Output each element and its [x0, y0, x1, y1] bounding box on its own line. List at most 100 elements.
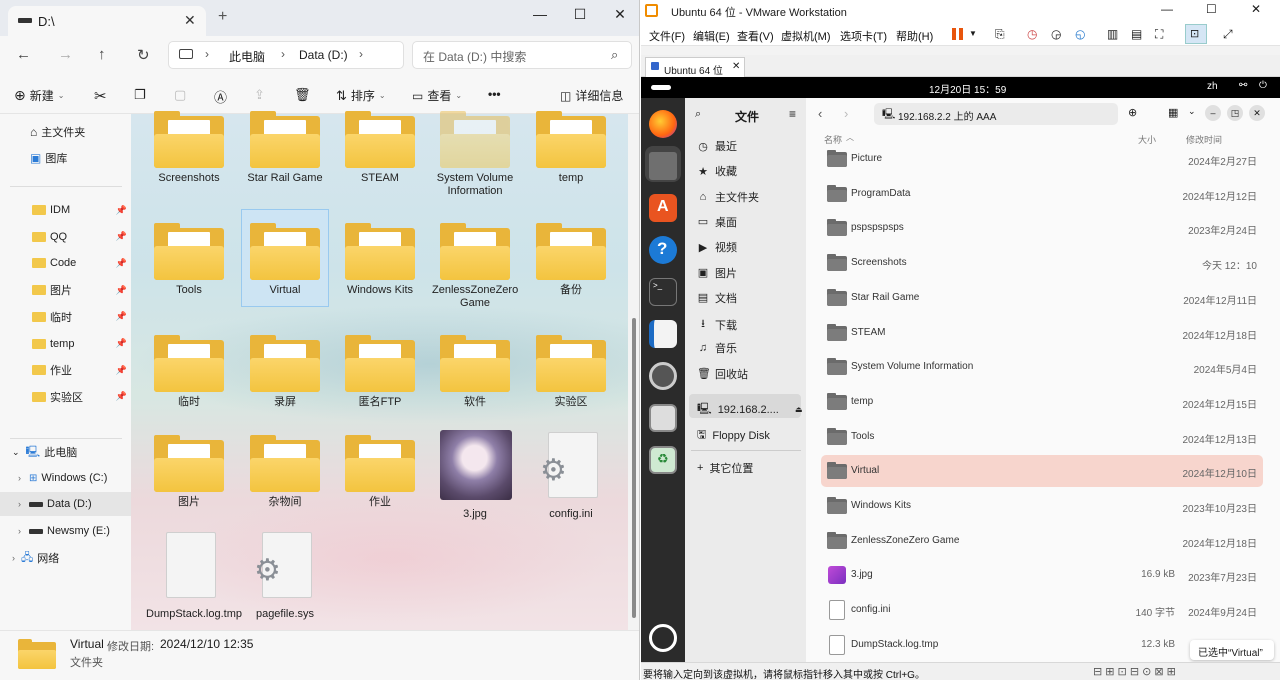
sidebar-place[interactable]: ★ 收藏 [697, 163, 737, 179]
menu-item[interactable]: 查看(V) [737, 28, 774, 44]
view-button[interactable]: ▭ 查看 ⌄ [412, 87, 462, 104]
file-item[interactable]: ⚙ config.ini [528, 430, 614, 526]
file-item[interactable]: 杂物间 [242, 430, 328, 526]
file-row[interactable]: Virtual 2024年12月10日 [821, 455, 1263, 488]
location-bar[interactable]: 🖳 192.168.2.2 上的 AAA [874, 103, 1118, 125]
file-row[interactable]: Screenshots 今天 12：10 [821, 247, 1263, 279]
files-icon[interactable] [649, 152, 677, 180]
file-row[interactable]: 3.jpg 16.9 kB 2023年7月23日 [821, 559, 1263, 591]
file-row[interactable]: pspspspsps 2023年2月24日 [821, 212, 1263, 244]
file-item[interactable]: 匿名FTP [337, 330, 423, 426]
file-row[interactable]: DumpStack.log.tmp 12.3 kB [821, 629, 1263, 661]
thumbnail-icon[interactable]: ▤ [1131, 27, 1142, 41]
file-item[interactable]: 备份 [528, 218, 614, 314]
breadcrumb-this-pc[interactable]: 此电脑 [229, 48, 265, 65]
file-item[interactable]: STEAM [337, 106, 423, 202]
share-icon[interactable]: ⇪ [254, 87, 265, 103]
snapshot-manager-icon[interactable]: ◵ [1075, 27, 1085, 41]
file-item[interactable]: ⚙ pagefile.sys [242, 530, 328, 624]
send-keys-icon[interactable]: ⎘ [995, 27, 1005, 42]
file-item[interactable]: temp [528, 106, 614, 202]
file-row[interactable]: Picture 2024年2月27日 [821, 143, 1263, 175]
delete-icon[interactable]: 🗑 [294, 87, 311, 103]
new-button[interactable]: ⊕ 新建 ⌄ [14, 87, 64, 104]
show-apps-icon[interactable] [649, 624, 677, 652]
close-button[interactable]: ✕ [1251, 2, 1261, 16]
help-icon[interactable]: ? [649, 236, 677, 264]
file-item[interactable]: Tools [146, 218, 232, 314]
forward-arrow-icon[interactable]: → [58, 46, 73, 63]
menu-item[interactable]: 选项卡(T) [840, 28, 887, 44]
sidebar-place[interactable]: ▶ 视频 [697, 239, 737, 255]
sidebar-place[interactable]: ⌂ 主文件夹 [697, 189, 759, 205]
minimize-button[interactable]: — [1161, 2, 1173, 16]
nav-item-drive-c[interactable]: › ⊞ Windows (C:) [0, 466, 131, 490]
minimize-button[interactable]: — [520, 6, 560, 22]
nav-item-pinned[interactable]: 作业 📌 [0, 358, 131, 382]
minimize-button[interactable]: – [1205, 105, 1221, 121]
nav-item-pinned[interactable]: Code 📌 [0, 251, 131, 275]
close-icon[interactable]: ✕ [732, 61, 740, 72]
menu-icon[interactable]: ≡ [789, 107, 796, 121]
nav-item-gallery[interactable]: ▣ 图库 [0, 146, 131, 170]
back-arrow-icon[interactable]: ‹ [818, 106, 822, 121]
sidebar-place[interactable]: ▣ 图片 [697, 265, 737, 281]
library-icon[interactable]: ▥ [1107, 27, 1118, 41]
menu-item[interactable]: 编辑(E) [693, 28, 730, 44]
file-row[interactable]: temp 2024年12月15日 [821, 386, 1263, 418]
app-center-icon[interactable]: A [649, 194, 677, 222]
file-item[interactable]: Windows Kits [337, 218, 423, 314]
file-item[interactable]: Virtual [242, 218, 328, 314]
file-row[interactable]: ProgramData 2024年12月12日 [821, 178, 1263, 210]
nav-item-drive-d[interactable]: › Data (D:) [0, 492, 131, 516]
stretch-icon[interactable]: ⤢ [1223, 27, 1233, 42]
console-view-button[interactable]: ⊡ [1185, 24, 1207, 44]
clock[interactable]: 12月20日 15：59 [929, 81, 1006, 96]
file-item[interactable]: Screenshots [146, 106, 232, 202]
activities-indicator[interactable] [651, 85, 671, 90]
input-method[interactable]: zh [1207, 81, 1218, 92]
nav-item-drive-e[interactable]: › Newsmy (E:) [0, 519, 131, 543]
rename-icon[interactable]: Ⓐ [214, 87, 227, 106]
file-row[interactable]: System Volume Information 2024年5月4日 [821, 351, 1263, 383]
chevron-down-icon[interactable]: ▼ [969, 29, 977, 38]
scrollbar-thumb[interactable] [632, 318, 636, 618]
firefox-icon[interactable] [649, 110, 677, 138]
file-row[interactable]: config.ini 140 字节 2024年9月24日 [821, 594, 1263, 626]
restore-button[interactable]: ◳ [1227, 105, 1243, 121]
menu-item[interactable]: 虚拟机(M) [781, 28, 831, 44]
eject-icon[interactable]: ⏏ [795, 405, 803, 414]
sidebar-place[interactable]: ▤ 文档 [697, 290, 737, 306]
settings-icon[interactable] [649, 362, 677, 390]
close-button[interactable]: ✕ [600, 6, 639, 23]
file-row[interactable]: Windows Kits 2023年10月23日 [821, 490, 1263, 522]
vertical-scrollbar[interactable] [628, 114, 639, 630]
network-icon[interactable]: ⚯ [1239, 80, 1247, 91]
sidebar-place[interactable]: ⭳ 下载 [697, 315, 737, 334]
snapshot-icon[interactable]: ◷ [1027, 27, 1037, 41]
menu-item[interactable]: 帮助(H) [896, 28, 933, 44]
details-pane-button[interactable]: ◫ 详细信息 [560, 87, 623, 104]
forward-arrow-icon[interactable]: › [844, 106, 848, 121]
new-tab-button[interactable]: + [218, 8, 227, 26]
file-item[interactable]: ZenlessZoneZero Game [432, 218, 518, 314]
more-options-button[interactable]: ••• [488, 87, 501, 101]
up-arrow-icon[interactable]: ↑ [98, 46, 106, 63]
chevron-down-icon[interactable]: ⌄ [1188, 106, 1196, 117]
explorer-tab[interactable]: D:\ ✕ [8, 6, 206, 36]
nav-item-pinned[interactable]: 临时 📌 [0, 305, 131, 329]
cut-icon[interactable]: ✂ [94, 87, 107, 105]
nav-item-pinned[interactable]: 图片 📌 [0, 278, 131, 302]
paste-icon[interactable]: ▢ [174, 87, 186, 103]
fullscreen-icon[interactable]: ⛶ [1155, 27, 1163, 42]
file-item[interactable]: 3.jpg [432, 430, 518, 526]
disk-icon[interactable] [649, 404, 677, 432]
file-row[interactable]: STEAM 2024年12月18日 [821, 317, 1263, 349]
sidebar-other-locations[interactable]: + 其它位置 [697, 460, 753, 476]
maximize-button[interactable]: ☐ [1206, 2, 1217, 16]
device-icons[interactable]: ⊟ ⊞ ⊡ ⊟ ⊙ ⊠ ⊞ [1093, 665, 1176, 678]
sort-button[interactable]: ⇅ 排序 ⌄ [336, 87, 386, 104]
text-editor-icon[interactable] [649, 320, 677, 348]
file-item[interactable]: 软件 [432, 330, 518, 426]
breadcrumb-data-drive[interactable]: Data (D:) [299, 48, 348, 62]
